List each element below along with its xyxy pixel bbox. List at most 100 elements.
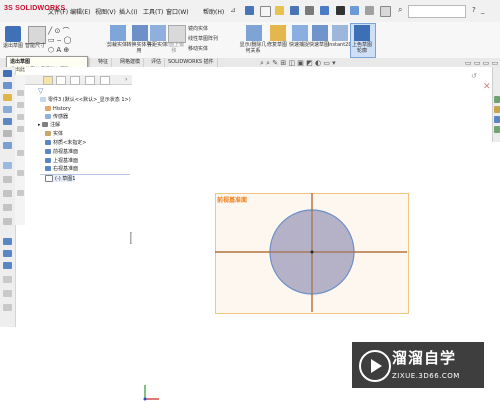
dim-xpert-tab-icon[interactable] [85, 76, 95, 85]
tab-sheet-metal[interactable]: 特征 [95, 58, 113, 67]
left-tool-icon[interactable] [3, 204, 12, 211]
tree-item-history[interactable]: History [45, 106, 71, 113]
left-tool-icon[interactable] [17, 114, 24, 120]
confirm-corner-icon[interactable]: ↺ [471, 72, 477, 80]
menu-tools[interactable]: 工具(T) [143, 7, 163, 16]
left-tool-icon[interactable] [17, 170, 24, 176]
mirror-entities-item[interactable]: 镜向实体 [188, 25, 208, 32]
left-tool-icon[interactable] [17, 90, 24, 96]
tree-item-material[interactable]: 材质<未指定> [45, 140, 86, 147]
config-manager-tab-icon[interactable] [70, 76, 80, 85]
sketch-rectangle-icon[interactable]: ▭ ⌢ ◯ [48, 36, 72, 45]
left-tool-icon[interactable] [17, 126, 24, 132]
filter-icon[interactable]: ▽ [38, 87, 43, 95]
left-tool-icon[interactable] [3, 218, 12, 225]
left-tool-icon[interactable] [3, 276, 12, 283]
circle-center-point[interactable] [310, 250, 314, 254]
left-tool-icon[interactable] [3, 290, 12, 297]
tree-item-solid-bodies[interactable]: 实体 [45, 131, 63, 138]
display-manager-tab-icon[interactable] [100, 76, 110, 85]
smart-dimension-icon[interactable] [28, 26, 46, 44]
tree-root[interactable]: 零件3 (默认<<默认>_显示状态 1>) [40, 97, 131, 104]
pin-icon[interactable]: ⊿ [230, 6, 236, 14]
tree-item-sketch1[interactable]: (-) 草图1 [45, 175, 76, 182]
left-tool-icon[interactable] [3, 304, 12, 311]
file-properties-icon[interactable] [365, 6, 374, 15]
feature-tree-tab-icon[interactable] [43, 76, 53, 85]
task-pane-icon[interactable] [494, 106, 500, 113]
left-tool-icon[interactable] [3, 162, 12, 169]
smart-dimension-label[interactable]: 智能尺寸 [25, 43, 45, 49]
print-icon[interactable] [305, 6, 314, 15]
left-tool-icon[interactable] [3, 82, 12, 89]
save-icon[interactable] [290, 6, 299, 15]
repair-sketch-label[interactable]: 修复草图 [266, 42, 288, 48]
new-document-icon[interactable] [260, 6, 271, 17]
left-tool-icon[interactable] [3, 106, 12, 113]
open-folder-icon[interactable] [275, 6, 284, 15]
shaded-sketch-contours-icon[interactable] [354, 25, 370, 41]
select-icon[interactable] [336, 6, 345, 15]
quick-snaps-icon[interactable] [292, 25, 308, 41]
minimize-icon[interactable]: _ [481, 6, 485, 14]
help-icon[interactable]: ? [472, 6, 476, 14]
home-icon[interactable] [245, 6, 254, 15]
left-tool-icon[interactable] [3, 70, 12, 77]
left-tool-icon[interactable] [3, 176, 12, 183]
search-icon[interactable]: ⌕ [398, 5, 402, 15]
trim-entities-icon[interactable] [110, 25, 126, 41]
left-tool-icon[interactable] [17, 190, 24, 196]
left-tool-icon[interactable] [3, 118, 12, 125]
menu-file[interactable]: 文件(F) [48, 7, 68, 16]
quick-snaps-label[interactable]: 快速捕捉 [288, 42, 310, 48]
options-icon[interactable] [380, 6, 391, 17]
search-input[interactable] [408, 5, 466, 18]
repair-sketch-icon[interactable] [270, 25, 286, 41]
sketch-polygon-icon[interactable]: ⬡ A ⊕ [48, 46, 69, 54]
menu-window[interactable]: 窗口(W) [166, 7, 189, 16]
offset-on-surface-icon[interactable] [168, 25, 186, 43]
rebuild-icon[interactable] [350, 6, 359, 15]
menu-view[interactable]: 视图(V) [95, 7, 116, 16]
display-relations-label[interactable]: 显示/删除几何关系 [238, 42, 268, 54]
left-tool-icon[interactable] [3, 130, 12, 137]
task-pane-icon[interactable] [494, 126, 500, 133]
offset-on-surface-label[interactable]: 表面上偏移 [162, 42, 186, 54]
close-sketch-icon[interactable]: ✕ [483, 82, 491, 92]
tree-item-annotations[interactable]: ▸ 注解 [38, 122, 60, 129]
chevron-right-icon[interactable]: › [125, 76, 127, 83]
convert-entities-icon[interactable] [132, 25, 148, 41]
left-tool-icon[interactable] [17, 150, 24, 156]
rapid-sketch-icon[interactable] [312, 25, 328, 41]
move-entities-item[interactable]: 移动实体 [188, 45, 208, 52]
left-tool-icon[interactable] [17, 102, 24, 108]
left-tool-icon[interactable] [3, 250, 12, 257]
tree-item-sensors[interactable]: 传感器 [45, 114, 68, 121]
sketch-line-icon[interactable]: ╱ ⊙ ⌒ [48, 26, 70, 36]
left-tool-icon[interactable] [3, 190, 12, 197]
task-pane-icon[interactable] [494, 116, 500, 123]
left-tool-icon[interactable] [3, 142, 12, 149]
property-manager-tab-icon[interactable] [56, 76, 66, 85]
exit-sketch-icon[interactable] [5, 26, 21, 42]
linear-pattern-item[interactable]: 线性草图阵列 [188, 35, 218, 42]
left-tool-icon[interactable] [3, 94, 12, 101]
offset-entities-icon[interactable] [150, 25, 166, 41]
tab-solidworks-addins[interactable]: SOLIDWORKS 插件 [165, 58, 218, 67]
undo-icon[interactable] [320, 6, 329, 15]
left-tool-icon[interactable] [3, 262, 12, 269]
shaded-sketch-contours-label[interactable]: 上色草图轮廓 [350, 42, 374, 54]
menu-insert[interactable]: 插入(I) [119, 7, 137, 16]
tree-item-top-plane[interactable]: 上视基准面 [45, 158, 78, 165]
menu-edit[interactable]: 编辑(E) [70, 7, 90, 16]
task-pane-icon[interactable] [494, 96, 500, 103]
left-tool-icon[interactable] [3, 238, 12, 245]
tree-item-right-plane[interactable]: 右视基准面 [45, 166, 78, 173]
tree-item-front-plane[interactable]: 前视基准面 [45, 149, 78, 156]
tab-mesh-modeling[interactable]: 网格建模 [117, 58, 145, 67]
menu-help[interactable]: 帮助(H) [203, 7, 224, 16]
display-relations-icon[interactable] [246, 25, 262, 41]
instant2d-icon[interactable] [332, 25, 348, 41]
exit-sketch-label[interactable]: 退出草图 [2, 43, 24, 49]
window-controls[interactable]: ▭ ▭ ▭ ▭ [465, 59, 498, 67]
